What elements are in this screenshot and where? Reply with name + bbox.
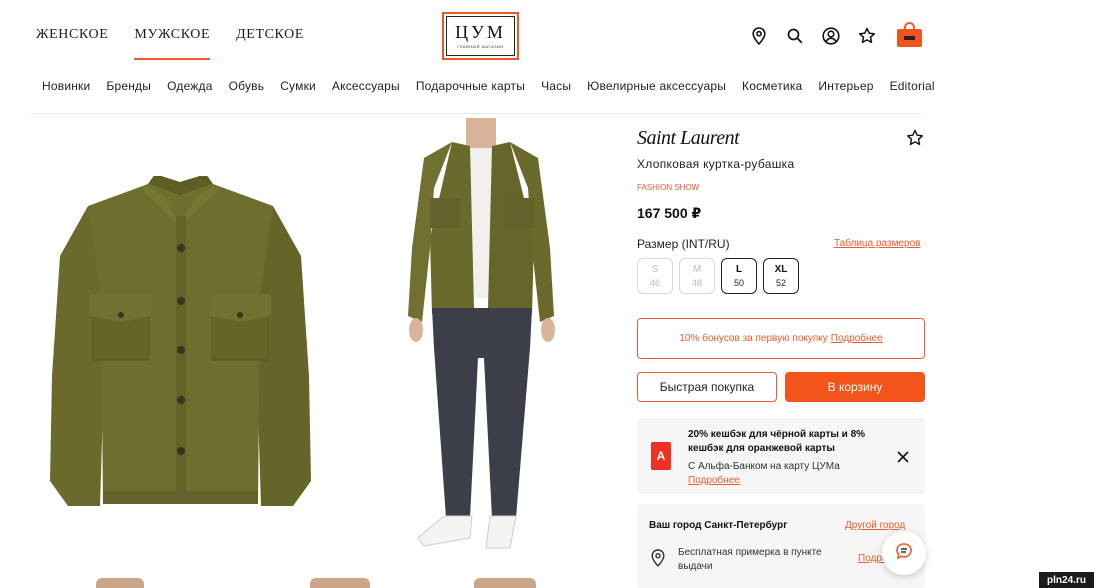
thumbnail-2[interactable] [310, 578, 370, 588]
size-option-l[interactable]: L 50 [721, 258, 757, 294]
chat-icon [895, 542, 913, 565]
thumbnail-1[interactable] [96, 578, 144, 588]
bonus-banner: 10% бонусов за первую покупку Подробнее [637, 318, 925, 359]
account-icon[interactable] [821, 27, 840, 46]
thumbnail-strip [0, 578, 600, 588]
category-new[interactable]: Новинки [42, 79, 90, 93]
size-table-link[interactable]: Таблица размеров [834, 238, 920, 249]
category-nav: Новинки Бренды Одежда Обувь Сумки Аксесс… [42, 79, 935, 93]
thumbnail-3[interactable] [474, 578, 536, 588]
category-cosmetics[interactable]: Косметика [742, 79, 802, 93]
size-title: Размер (INT/RU) [637, 237, 730, 251]
size-number: 50 [733, 278, 744, 288]
product-image-model[interactable] [404, 118, 558, 554]
category-shoes[interactable]: Обувь [229, 79, 265, 93]
promo-details-link[interactable]: Подробнее [688, 475, 740, 486]
close-icon[interactable] [896, 450, 910, 464]
category-editorial[interactable]: Editorial [890, 79, 935, 93]
size-option-xl[interactable]: XL 52 [763, 258, 799, 294]
size-label: M [692, 264, 702, 275]
tab-kids[interactable]: ДЕТСКОЕ [236, 27, 304, 53]
quick-buy-button[interactable]: Быстрая покупка [637, 372, 777, 402]
logo-frame: ЦУМ ГЛАВНЫЙ МАГАЗИН [446, 16, 515, 56]
product-name: Хлопковая куртка-рубашка [637, 157, 795, 171]
site-logo[interactable]: ЦУМ ГЛАВНЫЙ МАГАЗИН [442, 12, 519, 60]
size-number: 48 [691, 278, 702, 288]
size-number: 46 [649, 278, 660, 288]
header-divider [30, 113, 922, 114]
size-option-m[interactable]: M 48 [679, 258, 715, 294]
favorite-star-icon[interactable] [906, 129, 924, 147]
brand-logo[interactable]: Saint Laurent [637, 127, 740, 150]
size-label: L [735, 264, 743, 275]
chat-button[interactable] [882, 531, 926, 575]
product-price: 167 500 ₽ [637, 205, 702, 221]
category-watches[interactable]: Часы [541, 79, 571, 93]
category-jewelry[interactable]: Ювелирные аксессуары [587, 79, 726, 93]
bonus-text: 10% бонусов за первую покупку [679, 333, 828, 344]
bonus-details-link[interactable]: Подробнее [831, 333, 883, 344]
location-icon[interactable] [749, 27, 768, 46]
cart-icon[interactable] [896, 22, 923, 48]
product-image-main[interactable] [48, 174, 313, 508]
size-number: 52 [775, 278, 786, 288]
favorites-icon[interactable] [857, 27, 876, 46]
add-to-cart-button[interactable]: В корзину [785, 372, 925, 402]
gender-nav: ЖЕНСКОЕ МУЖСКОЕ ДЕТСКОЕ [36, 27, 304, 60]
category-bags[interactable]: Сумки [280, 79, 316, 93]
fitting-text: Бесплатная примерка в пункте выдачи [678, 547, 822, 572]
tab-women[interactable]: ЖЕНСКОЕ [36, 27, 108, 53]
logo-text: ЦУМ [455, 22, 506, 42]
logo-subtext: ГЛАВНЫЙ МАГАЗИН [457, 44, 504, 49]
category-clothing[interactable]: Одежда [167, 79, 213, 93]
change-city-link[interactable]: Другой город [845, 520, 905, 531]
location-pin-icon [651, 549, 665, 567]
alfa-bank-promo: А 20% кешбэк для чёрной карты и 8% кешбэ… [637, 418, 925, 494]
size-selector: S 46 M 48 L 50 XL 52 [637, 258, 799, 294]
delivery-city-box: Ваш город Санкт-Петербург Другой город Б… [637, 504, 925, 588]
search-icon[interactable] [785, 27, 804, 46]
category-brands[interactable]: Бренды [106, 79, 151, 93]
watermark: pln24.ru [1039, 572, 1094, 588]
promo-title: 20% кешбэк для чёрной карты и 8% кешбэк … [688, 429, 866, 454]
category-interior[interactable]: Интерьер [818, 79, 873, 93]
city-title: Ваш город Санкт-Петербург [649, 520, 788, 531]
alfa-bank-logo: А [651, 442, 671, 470]
size-label: XL [774, 264, 788, 275]
category-gift-cards[interactable]: Подарочные карты [416, 79, 525, 93]
size-label: S [651, 264, 659, 275]
category-accessories[interactable]: Аксессуары [332, 79, 400, 93]
fashion-show-label: FASHION SHOW [637, 183, 700, 192]
tab-men[interactable]: МУЖСКОЕ [134, 27, 210, 60]
size-option-s[interactable]: S 46 [637, 258, 673, 294]
promo-subtitle: С Альфа-Банком на карту ЦУМа [688, 461, 840, 472]
header-icons [749, 22, 923, 48]
